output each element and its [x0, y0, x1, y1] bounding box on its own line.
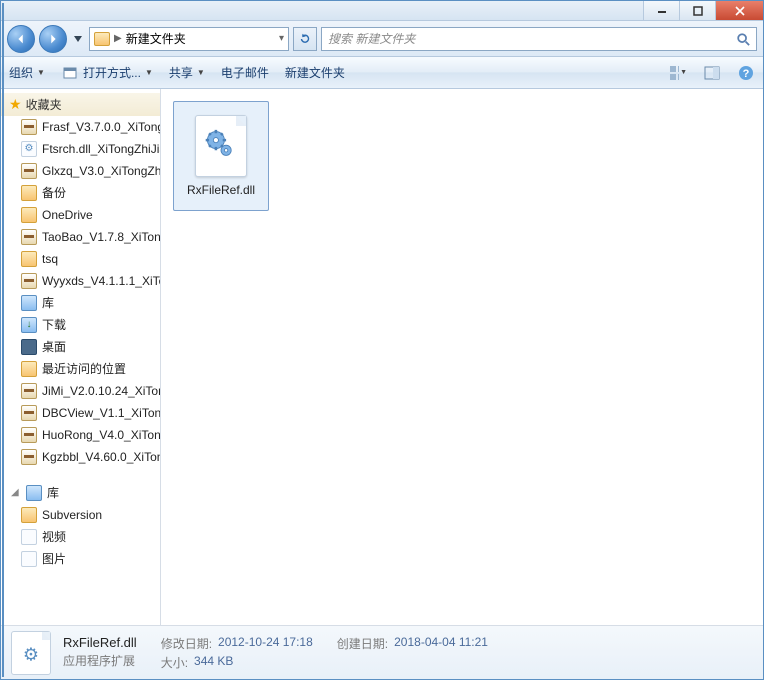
rar-icon [21, 163, 37, 179]
sidebar-item[interactable]: JiMi_V2.0.10.24_XiTongZhiJia [1, 380, 160, 402]
rar-icon [21, 229, 37, 245]
back-button[interactable] [7, 25, 35, 53]
close-button[interactable] [715, 1, 763, 20]
details-modified: 2012-10-24 17:18 [218, 635, 313, 652]
address-dropdown-icon[interactable]: ▾ [279, 33, 284, 44]
open-with-button[interactable]: 打开方式...▼ [61, 64, 153, 82]
details-pane: ⚙ RxFileRef.dll 应用程序扩展 修改日期:2012-10-24 1… [1, 625, 763, 679]
lib-icon [21, 295, 37, 311]
dll-icon [21, 141, 37, 157]
navigation-pane[interactable]: ★ 收藏夹 Frasf_V3.7.0.0_XiTongZhiJiaFtsrch.… [1, 89, 161, 625]
file-item-selected[interactable]: RxFileRef.dll [173, 101, 269, 211]
explorer-window: ▶ 新建文件夹 ▾ 搜索 新建文件夹 组织▼ 打开方式...▼ 共享▼ 电子邮件… [0, 0, 764, 680]
view-options-button[interactable]: ▼ [669, 64, 687, 82]
pic-icon [21, 551, 37, 567]
command-bar: 组织▼ 打开方式...▼ 共享▼ 电子邮件 新建文件夹 ▼ ? [1, 57, 763, 89]
preview-pane-button[interactable] [703, 64, 721, 82]
libraries-header[interactable]: ◢ 库 [1, 482, 160, 504]
new-folder-button[interactable]: 新建文件夹 [285, 64, 345, 81]
sidebar-item[interactable]: Wyyxds_V4.1.1.1_XiTongZhiJia [1, 270, 160, 292]
dl-icon [21, 317, 37, 333]
open-with-icon [61, 64, 79, 82]
sidebar-item[interactable]: Frasf_V3.7.0.0_XiTongZhiJia [1, 116, 160, 138]
sidebar-item[interactable]: 备份 [1, 182, 160, 204]
forward-button[interactable] [39, 25, 67, 53]
expand-toggle-icon[interactable]: ◢ [11, 484, 21, 502]
search-placeholder: 搜索 新建文件夹 [328, 30, 415, 47]
sidebar-item[interactable]: TaoBao_V1.7.8_XiTongZhiJia [1, 226, 160, 248]
sidebar-item[interactable]: HuoRong_V4.0_XiTongZhiJia [1, 424, 160, 446]
main-area: ★ 收藏夹 Frasf_V3.7.0.0_XiTongZhiJiaFtsrch.… [1, 89, 763, 625]
organize-menu[interactable]: 组织▼ [9, 64, 45, 81]
sidebar-item[interactable]: Subversion [1, 504, 160, 526]
help-button[interactable]: ? [737, 64, 755, 82]
folder-icon [21, 251, 37, 267]
sidebar-item[interactable]: Kgzbbl_V4.60.0_XiTongZhiJia [1, 446, 160, 468]
rar-icon [21, 119, 37, 135]
favorites-header[interactable]: ★ 收藏夹 [1, 93, 160, 116]
search-icon [736, 32, 750, 46]
navigation-bar: ▶ 新建文件夹 ▾ 搜索 新建文件夹 [1, 21, 763, 57]
sidebar-item[interactable]: 最近访问的位置 [1, 358, 160, 380]
email-button[interactable]: 电子邮件 [221, 64, 269, 81]
sidebar-item[interactable]: 下载 [1, 314, 160, 336]
search-box[interactable]: 搜索 新建文件夹 [321, 27, 757, 51]
folder-icon [21, 185, 37, 201]
breadcrumb-path: 新建文件夹 [126, 30, 186, 47]
desk-icon [21, 339, 37, 355]
rar-icon [21, 383, 37, 399]
address-bar[interactable]: ▶ 新建文件夹 ▾ [89, 27, 289, 51]
file-list[interactable]: RxFileRef.dll [161, 89, 763, 625]
share-menu[interactable]: 共享▼ [169, 64, 205, 81]
breadcrumb-chevron-icon: ▶ [114, 33, 122, 44]
sidebar-item[interactable]: Glxzq_V3.0_XiTongZhiJia [1, 160, 160, 182]
rar-icon [21, 449, 37, 465]
folder-icon [21, 507, 37, 523]
folder-icon [21, 361, 37, 377]
file-label: RxFileRef.dll [187, 183, 255, 197]
folder-icon [94, 32, 110, 46]
details-file-icon: ⚙ [11, 631, 51, 675]
minimize-button[interactable] [643, 1, 679, 20]
refresh-button[interactable] [293, 27, 317, 51]
sidebar-item[interactable]: 桌面 [1, 336, 160, 358]
sidebar-item[interactable]: 图片 [1, 548, 160, 570]
history-dropdown[interactable] [71, 25, 85, 53]
sidebar-item[interactable]: Ftsrch.dll_XiTongZhiJia [1, 138, 160, 160]
details-filetype: 应用程序扩展 [63, 652, 137, 669]
rar-icon [21, 273, 37, 289]
vid-icon [21, 529, 37, 545]
maximize-button[interactable] [679, 1, 715, 20]
svg-text:?: ? [743, 68, 750, 80]
star-icon: ★ [9, 96, 22, 113]
sidebar-item[interactable]: OneDrive [1, 204, 160, 226]
details-size: 344 KB [194, 654, 233, 671]
sidebar-item[interactable]: tsq [1, 248, 160, 270]
rar-icon [21, 427, 37, 443]
folder-icon [21, 207, 37, 223]
library-icon [26, 485, 42, 501]
sidebar-item[interactable]: DBCView_V1.1_XiTongZhiJia [1, 402, 160, 424]
rar-icon [21, 405, 37, 421]
details-filename: RxFileRef.dll [63, 635, 137, 650]
sidebar-item[interactable]: 视频 [1, 526, 160, 548]
dll-file-icon [195, 115, 247, 177]
titlebar [1, 1, 763, 21]
details-created: 2018-04-04 11:21 [394, 635, 488, 652]
sidebar-item[interactable]: 库 [1, 292, 160, 314]
